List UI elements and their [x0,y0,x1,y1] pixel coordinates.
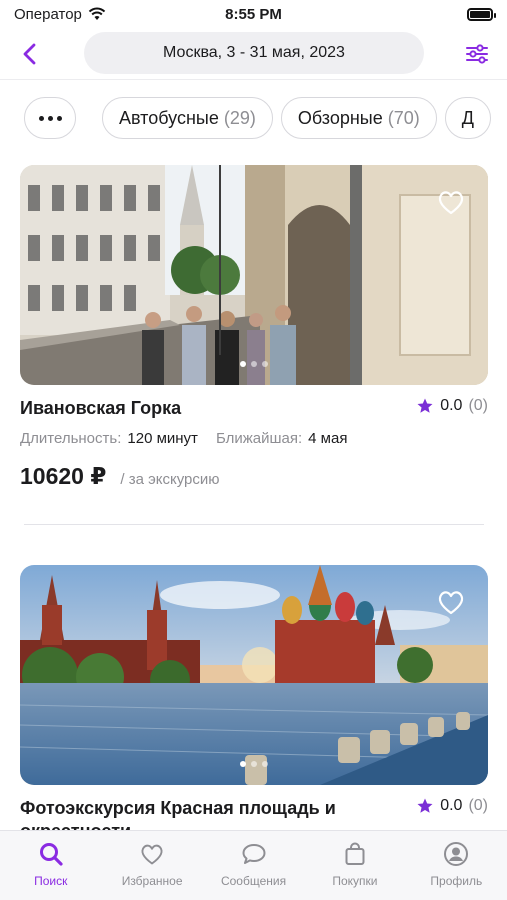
chip-partial[interactable]: Д [444,97,491,139]
search-summary-text: Москва, 3 - 31 мая, 2023 [163,44,345,61]
tab-bar: Поиск Избранное Сообщения Покупки Профил… [0,830,507,900]
status-bar: Оператор 8:55 PM [0,0,507,28]
tab-profile[interactable]: Профиль [406,831,507,900]
wifi-icon [88,7,106,20]
chat-bubble-icon [242,844,266,864]
favorite-heart-button[interactable] [436,187,466,217]
favorite-heart-button[interactable] [436,587,466,617]
category-chips: Автобусные (29) Обзорные (70) Д [24,97,507,139]
price-row: 10620 ₽ / за экскурсию [20,463,488,490]
nearest-label: Ближайшая: [215,430,303,447]
star-icon [417,798,433,813]
chip-label: Автобусные [119,107,219,128]
navigation-bar: Москва, 3 - 31 мая, 2023 [0,30,507,80]
photo-pager [240,761,268,767]
filter-button[interactable] [461,38,493,70]
tab-label: Профиль [430,874,483,888]
duration-label: Длительность: [20,430,122,447]
tab-favorites[interactable]: Избранное [101,831,202,900]
battery-icon [467,7,496,21]
photo-pager [240,361,268,367]
tab-label: Покупки [332,874,378,888]
tour-photo[interactable] [20,165,488,385]
tab-label: Сообщения [220,874,287,888]
search-icon [39,843,63,866]
chevron-left-icon [23,43,36,65]
rating-count: (0) [468,797,488,814]
chip-bus-tours[interactable]: Автобусные (29) [102,97,273,139]
more-dots-icon [38,115,62,121]
chip-label: Д [461,107,474,128]
heart-icon [141,844,163,865]
tab-messages[interactable]: Сообщения [203,831,304,900]
price-unit: / за экскурсию [120,471,220,488]
tab-label: Поиск [34,874,68,888]
sliders-icon [466,44,488,64]
rating: 0.0 (0) [416,797,488,815]
card-divider [24,524,484,525]
tour-card[interactable]: Ивановская Горка 0.0 (0) Длительность: 1… [20,165,488,490]
search-summary-pill[interactable]: Москва, 3 - 31 мая, 2023 [84,32,424,74]
shopping-bag-icon [345,842,365,865]
nearest-value: 4 мая [308,430,348,447]
price: 10620 ₽ [20,463,107,489]
tour-card[interactable]: Фотоэкскурсия Красная площадь и окрестно… [20,565,488,843]
tour-photo[interactable] [20,565,488,785]
rating-value: 0.0 [440,797,463,814]
tour-meta: Длительность: 120 минут Ближайшая: 4 мая [20,430,488,447]
person-circle-icon [444,842,469,866]
rating-count: (0) [468,397,488,414]
tab-search[interactable]: Поиск [0,831,101,900]
chip-label: Обзорные [297,107,383,128]
tab-purchases[interactable]: Покупки [304,831,405,900]
back-button[interactable] [14,38,46,70]
star-icon [417,398,433,413]
chip-count: (70) [387,107,420,128]
chip-count: (29) [223,107,256,128]
duration-value: 120 минут [127,430,198,447]
street-photo [20,165,488,385]
more-categories-button[interactable] [24,97,76,139]
rating-value: 0.0 [440,397,463,414]
red-square-photo [20,565,488,785]
chip-overview-tours[interactable]: Обзорные (70) [280,97,437,139]
tab-label: Избранное [121,874,183,888]
carrier-label: Оператор [14,5,82,23]
status-time: 8:55 PM [225,5,282,23]
rating: 0.0 (0) [416,397,488,415]
tour-title[interactable]: Ивановская Горка [20,397,390,420]
